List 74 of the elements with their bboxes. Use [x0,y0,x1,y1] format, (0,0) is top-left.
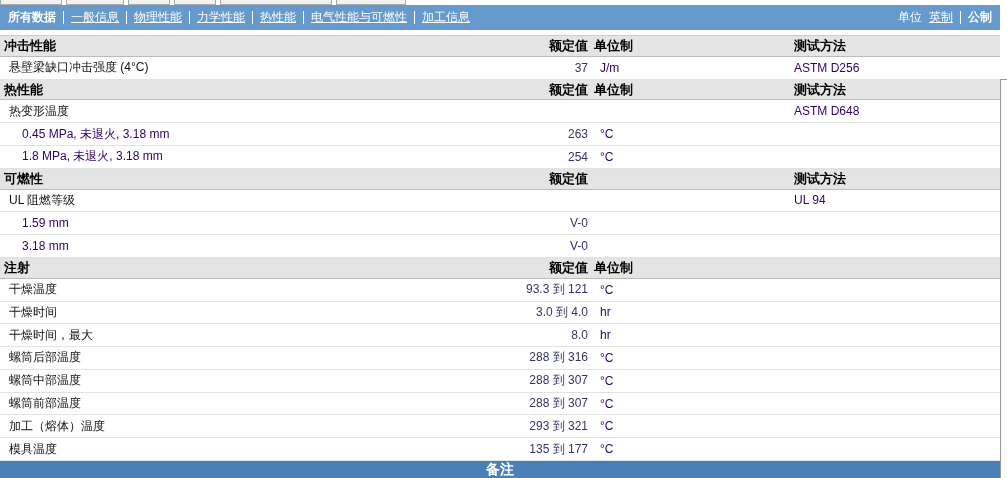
property-value: 37 [574,60,589,75]
tab[interactable] [66,0,124,5]
unit-link[interactable]: 公制 [968,9,992,26]
unit: hr [599,305,611,320]
column-header: 额定值 [549,169,589,188]
property-name: 1.8 MPa, 未退火, 3.18 mm [21,148,163,166]
property-name: 0.45 MPa, 未退火, 3.18 mm [21,125,170,143]
tab[interactable] [174,0,216,5]
tab[interactable] [220,0,332,5]
column-header: 额定值 [549,258,589,277]
property-name: 螺筒后部温度 [8,349,81,367]
column-header: 额定值 [549,80,589,99]
nav-link[interactable]: 一般信息 [71,9,119,26]
column-header: 单位制 [594,80,633,99]
property-value: 254 [567,149,589,164]
property-value: V-0 [570,216,589,231]
tab[interactable] [336,0,406,5]
units-label: 单位 [898,9,922,26]
property-name: UL 阻燃等级 [8,191,76,209]
section-title: 热性能 [3,80,43,99]
property-name: 热变形温度 [8,102,69,120]
unit: °C [599,419,614,434]
column-header: 额定值 [549,36,589,55]
test-method: ASTM D256 [794,60,860,75]
notes-header: 备注 [0,461,1000,478]
property-value: 93.3 到 121 [525,281,589,299]
unit-link[interactable]: 英制 [929,9,953,26]
property-value: 288 到 316 [529,349,589,367]
nav-link[interactable]: 电气性能与可燃性 [311,9,407,26]
unit: °C [599,442,614,457]
property-name: 1.59 mm [21,216,69,231]
property-value: 288 到 307 [529,372,589,390]
property-name: 3.18 mm [21,239,69,253]
property-name: 螺筒中部温度 [8,372,81,390]
column-header: 测试方法 [794,169,846,188]
nav-link[interactable]: 力学性能 [197,9,245,26]
property-name: 模具温度 [8,440,57,458]
unit: °C [599,127,614,142]
property-name: 干燥温度 [8,281,57,299]
section-title: 可燃性 [3,169,43,188]
property-name: 加工（熔体）温度 [8,417,105,435]
property-name: 干燥时间，最大 [8,326,93,344]
unit: °C [599,282,614,297]
column-header: 测试方法 [794,36,846,55]
tab[interactable] [128,0,170,5]
property-value: 8.0 [571,328,589,343]
tab[interactable] [0,0,62,5]
nav-link[interactable]: 加工信息 [422,9,470,26]
section-title: 冲击性能 [3,36,56,55]
unit: °C [599,350,614,365]
nav-link[interactable]: 所有数据 [8,9,56,26]
unit: °C [599,396,614,411]
nav-link[interactable]: 物理性能 [134,9,182,26]
property-value: 293 到 321 [529,417,589,435]
column-header: 单位制 [594,36,633,55]
column-header: 单位制 [594,258,633,277]
test-method: UL 94 [794,193,826,208]
unit: J/m [599,60,620,75]
section-title: 注射 [3,258,30,277]
property-value: 3.0 到 4.0 [535,303,589,321]
property-name: 悬壁梁缺口冲击强度 (4°C) [8,59,149,77]
scrollbar[interactable] [1000,79,1007,478]
property-value: 263 [567,127,589,142]
unit: hr [599,328,611,343]
property-value: V-0 [570,239,589,253]
property-name: 干燥时间 [8,303,57,321]
unit: °C [599,149,614,164]
property-value: 135 到 177 [529,440,589,458]
nav-link[interactable]: 热性能 [260,9,296,26]
property-value: 288 到 307 [529,395,589,412]
test-method: ASTM D648 [794,104,860,119]
unit: °C [599,373,614,388]
property-name: 螺筒前部温度 [8,395,81,412]
column-header: 测试方法 [794,80,846,99]
